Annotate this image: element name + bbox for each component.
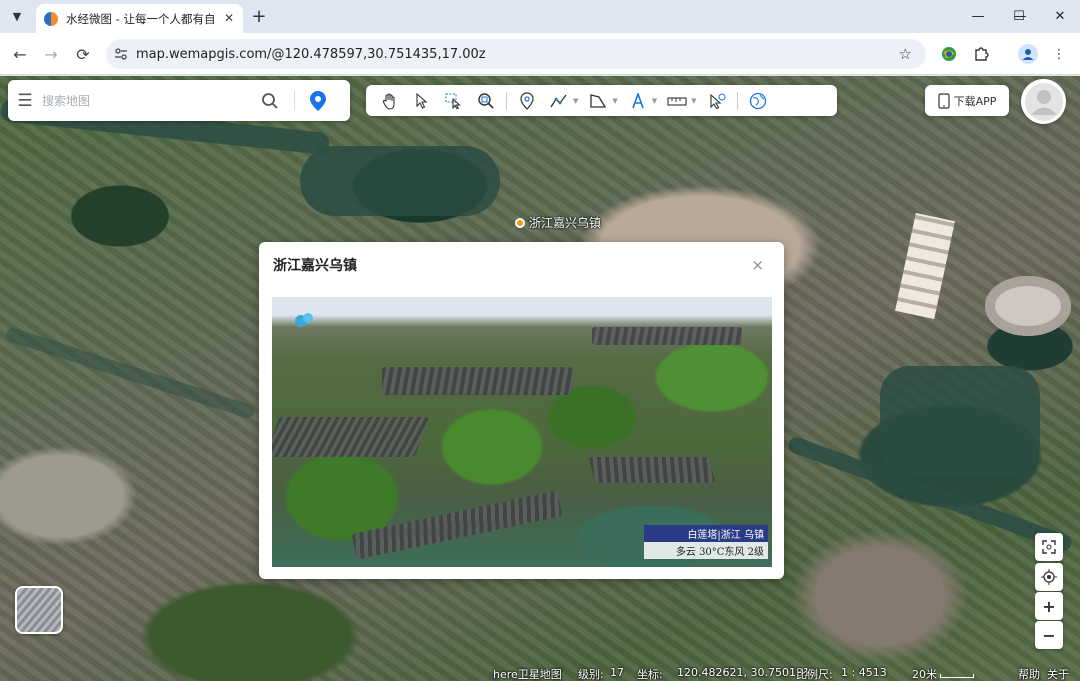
locate-me-icon[interactable] [1035,563,1063,591]
user-avatar[interactable] [1021,79,1066,124]
phone-icon [937,92,950,109]
favicon-icon [44,11,58,26]
forward-arrow-icon[interactable]: → [38,41,64,67]
box-select-icon[interactable] [438,88,470,114]
download-app-label: 下载APP [953,94,997,108]
url-text: map.wemapgis.com/@120.478597,30.751435,1… [136,46,486,62]
tab-title: 水经微图 - 让每一个人都有自己的地图 [66,11,216,26]
canal-shape [4,326,256,420]
maximize-window-button[interactable]: ☐ [999,0,1039,33]
coords-value: 120.482621, 30.750131 [677,666,810,679]
zoom-out-button[interactable]: − [1035,621,1063,649]
profile-icon[interactable] [1017,43,1039,65]
pond-shape [300,146,500,216]
map-canvas[interactable]: ☰ ▼ ▼ [0,76,1080,681]
close-window-button[interactable]: ✕ [1040,0,1080,33]
zoom-level-label: 级别: [578,668,604,681]
chevron-down-icon[interactable]: ▼ [691,97,696,105]
globe-icon[interactable] [742,88,774,114]
place-marker[interactable]: 浙江嘉兴乌镇 [515,214,601,231]
caption-location: 白莲塔|浙江 乌镇 [644,525,768,542]
info-pointer-icon[interactable] [701,88,733,114]
map-toolbar: ▼ ▼ ▼ ▼ [366,85,837,116]
roof-shape [592,327,742,345]
chevron-down-icon[interactable]: ▼ [612,97,617,105]
site-info-icon[interactable] [106,47,136,61]
lake-shape [880,366,1040,476]
close-icon[interactable]: × [751,256,764,274]
map-provider: here卫星地图 [493,668,562,681]
scale-bar [940,674,974,678]
roof-shape [351,490,563,560]
address-bar[interactable]: map.wemapgis.com/@120.478597,30.751435,1… [106,39,926,69]
roof-shape [272,417,430,457]
chevron-down-icon[interactable]: ▼ [573,97,578,105]
extensions-puzzle-icon[interactable] [970,43,992,65]
zoom-search-icon[interactable] [470,88,502,114]
tab-close-icon[interactable]: ✕ [221,10,237,26]
search-icon[interactable] [254,92,286,110]
scale-distance: 20米 [912,668,937,681]
marker-pin-tool-icon[interactable] [511,88,543,114]
place-popup: 浙江嘉兴乌镇 × 白莲塔|浙江 乌镇 多云 30°C东风 2级 [259,242,784,579]
new-tab-button[interactable]: + [248,5,270,27]
map-search-box: ☰ [8,80,350,121]
extension-globe-icon[interactable] [938,43,960,65]
download-app-button[interactable]: 下载APP [925,85,1009,116]
building-shape [895,212,955,320]
marker-label: 浙江嘉兴乌镇 [529,216,602,230]
browser-menu-icon[interactable]: ⋮ [1048,43,1070,65]
scale-label: 比例尺: [796,668,833,681]
polyline-tool-icon[interactable] [543,88,575,114]
about-link[interactable]: 关于 [1047,666,1069,681]
caption-weather: 多云 30°C东风 2级 [644,542,768,559]
camera-caption: 白莲塔|浙江 乌镇 多云 30°C东风 2级 [644,525,768,559]
browser-tabbar: ▼ 水经微图 - 让每一个人都有自己的地图 ✕ + — [0,0,1080,33]
zoom-level-value: 17 [610,666,624,679]
tab-search-icon[interactable]: ▼ [6,5,28,27]
divider [506,91,507,110]
text-tool-icon[interactable] [622,88,654,114]
round-building-shape [985,276,1071,336]
layer-switch-button[interactable] [15,586,63,634]
bookmark-star-icon[interactable]: ☆ [899,45,912,63]
roof-shape [588,457,716,483]
polygon-tool-icon[interactable] [582,88,614,114]
help-link[interactable]: 帮助 [1018,666,1040,681]
menu-icon[interactable]: ☰ [8,91,42,111]
coords-label: 坐标: [637,668,663,681]
roof-shape [382,367,572,395]
pan-hand-icon[interactable] [374,88,406,114]
divider [294,90,295,111]
map-status-bar: here卫星地图 级别: 17 坐标: 120.482621, 30.75013… [0,664,1080,681]
marker-dot-icon [515,217,525,228]
minimize-window-button[interactable]: — [958,0,998,33]
camera-logo-icon [294,311,316,329]
search-input[interactable] [42,93,254,108]
back-arrow-icon[interactable]: ← [7,41,33,67]
reload-icon[interactable]: ⟳ [70,41,96,67]
popup-title: 浙江嘉兴乌镇 [273,258,357,274]
divider [736,91,738,110]
ruler-measure-icon[interactable] [661,88,693,114]
fullscreen-icon[interactable] [1035,533,1063,561]
place-photo: 白莲塔|浙江 乌镇 多云 30°C东风 2级 [272,297,772,567]
browser-tab[interactable]: 水经微图 - 让每一个人都有自己的地图 ✕ [36,4,243,33]
zoom-in-button[interactable]: + [1035,592,1063,620]
select-pointer-icon[interactable] [406,88,438,114]
location-pin-icon[interactable] [303,90,333,112]
scale-value: 1 : 4513 [841,666,887,679]
chevron-down-icon[interactable]: ▼ [652,97,657,105]
browser-toolbar: ← → ⟳ map.wemapgis.com/@120.478597,30.75… [0,33,1080,75]
